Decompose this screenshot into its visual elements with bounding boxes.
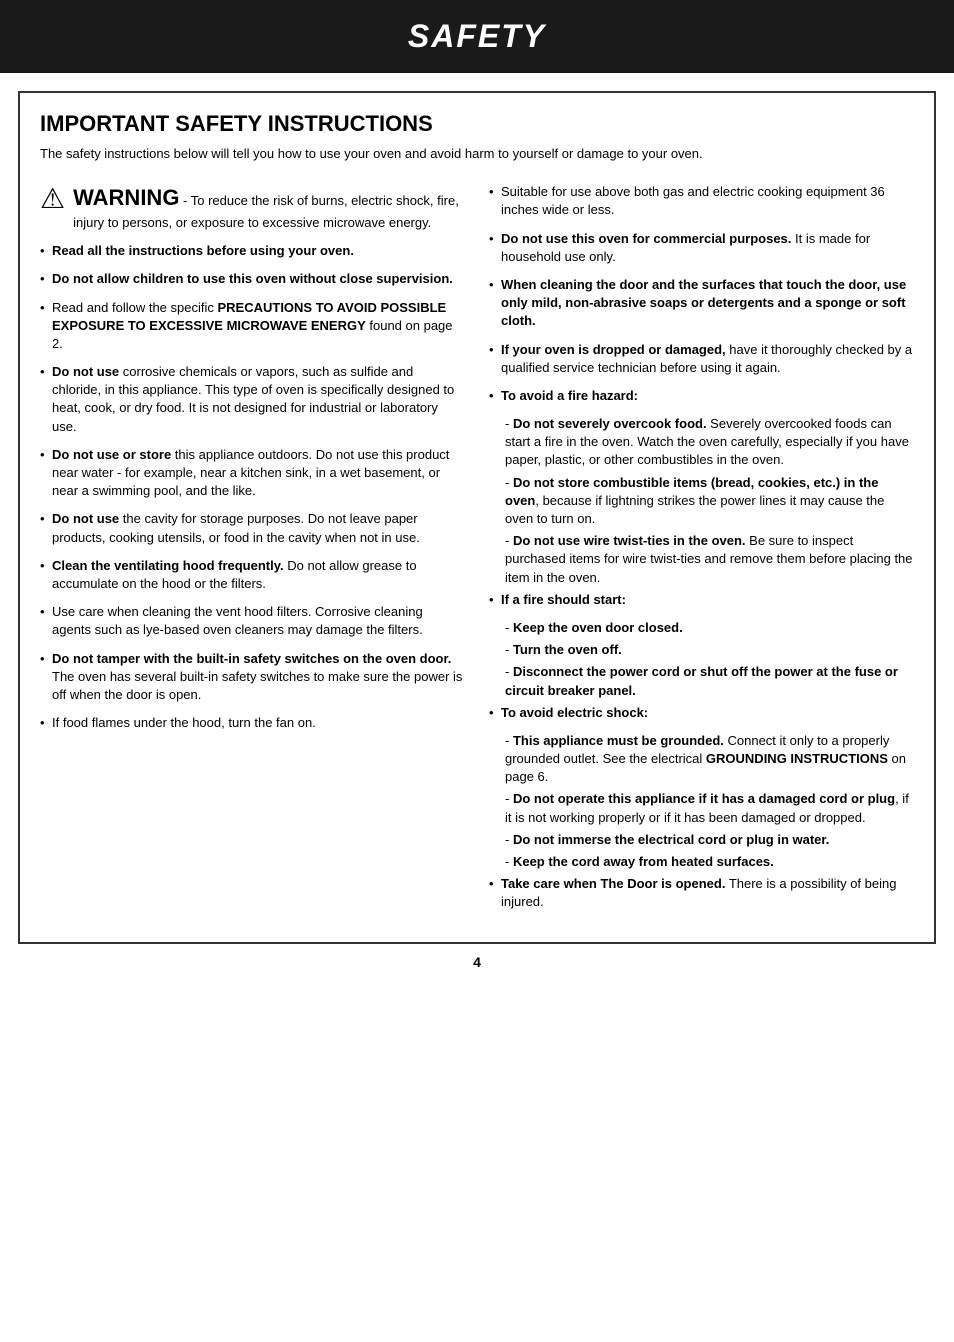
right-bullet-fire-start-header: If a fire should start:	[489, 591, 914, 609]
warning-dash: -	[179, 193, 190, 208]
warning-label: WARNING	[73, 185, 179, 210]
left-column: ⚠ WARNING - To reduce the risk of burns,…	[40, 183, 465, 921]
left-bullet-4: Do not use corrosive chemicals or vapors…	[40, 363, 465, 436]
left-bullet-8: Use care when cleaning the vent hood fil…	[40, 603, 465, 639]
section-title: IMPORTANT SAFETY INSTRUCTIONS	[40, 111, 914, 137]
content-box: IMPORTANT SAFETY INSTRUCTIONS The safety…	[18, 91, 936, 944]
right-fire-start-sub-3: - Disconnect the power cord or shut off …	[489, 663, 914, 699]
page-header: SAFETY	[0, 0, 954, 73]
right-bullet-4: If your oven is dropped or damaged, have…	[489, 341, 914, 377]
right-bullet-fire-header: To avoid a fire hazard:	[489, 387, 914, 405]
right-fire-sub-2: - Do not store combustible items (bread,…	[489, 474, 914, 529]
warning-icon: ⚠	[40, 185, 65, 213]
right-bullet-3: When cleaning the door and the surfaces …	[489, 276, 914, 331]
left-bullet-1: Read all the instructions before using y…	[40, 242, 465, 260]
right-shock-sub-1: - This appliance must be grounded. Conne…	[489, 732, 914, 787]
right-fire-start-sub-2: - Turn the oven off.	[489, 641, 914, 659]
right-shock-sub-3: - Do not immerse the electrical cord or …	[489, 831, 914, 849]
right-fire-sub-3: - Do not use wire twist-ties in the oven…	[489, 532, 914, 587]
left-bullet-7: Clean the ventilating hood frequently. D…	[40, 557, 465, 593]
left-bullet-6: Do not use the cavity for storage purpos…	[40, 510, 465, 546]
page-number: 4	[0, 954, 954, 970]
right-fire-start-sub-1: - Keep the oven door closed.	[489, 619, 914, 637]
left-bullet-9: Do not tamper with the built-in safety s…	[40, 650, 465, 705]
left-bullet-3: Read and follow the specific PRECAUTIONS…	[40, 299, 465, 354]
right-bullet-1: Suitable for use above both gas and elec…	[489, 183, 914, 219]
right-shock-sub-4: - Keep the cord away from heated surface…	[489, 853, 914, 871]
right-bullet-door: Take care when The Door is opened. There…	[489, 875, 914, 911]
right-bullet-shock-header: To avoid electric shock:	[489, 704, 914, 722]
intro-text: The safety instructions below will tell …	[40, 145, 914, 163]
left-bullet-10: If food flames under the hood, turn the …	[40, 714, 465, 732]
right-column: Suitable for use above both gas and elec…	[489, 183, 914, 921]
page-title: SAFETY	[0, 18, 954, 55]
left-bullet-2: Do not allow children to use this oven w…	[40, 270, 465, 288]
left-bullet-5: Do not use or store this appliance outdo…	[40, 446, 465, 501]
right-fire-sub-1: - Do not severely overcook food. Severel…	[489, 415, 914, 470]
warning-text: WARNING - To reduce the risk of burns, e…	[73, 183, 465, 232]
right-shock-sub-2: - Do not operate this appliance if it ha…	[489, 790, 914, 826]
warning-block: ⚠ WARNING - To reduce the risk of burns,…	[40, 183, 465, 232]
right-bullet-2: Do not use this oven for commercial purp…	[489, 230, 914, 266]
